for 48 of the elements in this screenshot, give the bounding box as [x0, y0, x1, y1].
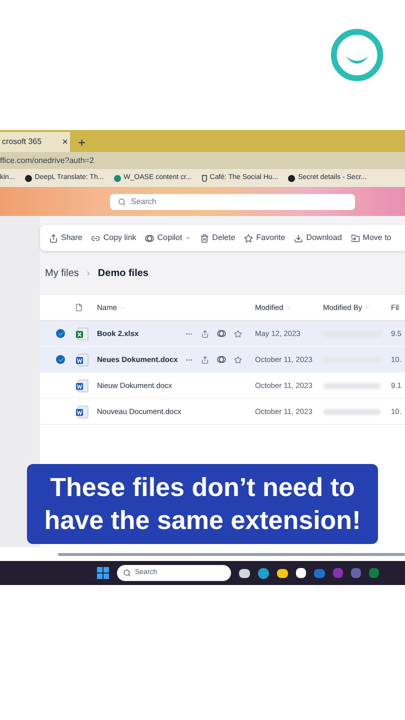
- toolbar-button[interactable]: Move to: [350, 232, 392, 244]
- word-file-icon: [75, 378, 89, 392]
- checked-circle[interactable]: [56, 329, 65, 338]
- copilot-icon: [145, 234, 154, 242]
- chevron-icon: [84, 270, 92, 276]
- link-icon: [91, 234, 100, 242]
- sort-icon: [365, 305, 370, 310]
- blurred-author: [323, 408, 381, 414]
- sort-icon: [286, 305, 292, 310]
- file-type-icon: [75, 303, 83, 312]
- toolbar-button[interactable]: Share: [49, 232, 82, 244]
- caption-overlay: These files don’t need to have the same extension!: [27, 464, 378, 544]
- word-file-icon: [75, 352, 89, 366]
- bookmark-icon: [288, 174, 296, 182]
- delete-icon: [200, 234, 210, 242]
- share-icon[interactable]: [201, 330, 209, 338]
- address-bar[interactable]: ffice.com/onedrive?auth=2: [0, 152, 405, 169]
- copilot-icon: [217, 355, 226, 364]
- blurred-author: [323, 382, 381, 388]
- excel-file-icon: [75, 326, 89, 340]
- copilot-icon: [217, 329, 226, 338]
- windows-icon[interactable]: [97, 567, 109, 579]
- bookmark-icon: [114, 174, 121, 182]
- cup-icon: [202, 174, 207, 182]
- toolbar-button[interactable]: Copy link: [91, 232, 136, 244]
- download-icon: [294, 234, 304, 242]
- checked-circle[interactable]: [56, 355, 65, 364]
- breadcrumb-link[interactable]: My files: [45, 266, 79, 280]
- share-icon: [49, 234, 58, 242]
- chevron-icon: [185, 235, 192, 241]
- scrollbar[interactable]: [58, 552, 405, 556]
- toolbar-button[interactable]: Copilot: [145, 232, 192, 244]
- word-file-icon: [75, 404, 89, 418]
- share-icon[interactable]: [201, 356, 209, 364]
- toolbar-button[interactable]: Download: [294, 232, 342, 244]
- star-icon[interactable]: [234, 330, 242, 338]
- star-icon: [244, 234, 254, 242]
- sort-icon: [120, 305, 126, 310]
- bookmark-icon: [24, 174, 32, 182]
- toolbar-button[interactable]: Favorite: [244, 232, 286, 244]
- toolbar-button[interactable]: Delete: [200, 232, 236, 244]
- search-icon: [123, 569, 131, 577]
- search-field[interactable]: Search: [110, 194, 355, 210]
- new-tab-button[interactable]: +: [70, 132, 94, 152]
- search-icon: [118, 198, 126, 206]
- breadcrumb-link[interactable]: Demo files: [98, 266, 148, 280]
- browser-tab[interactable]: crosoft 365 ×: [0, 132, 70, 152]
- star-icon[interactable]: [234, 356, 242, 364]
